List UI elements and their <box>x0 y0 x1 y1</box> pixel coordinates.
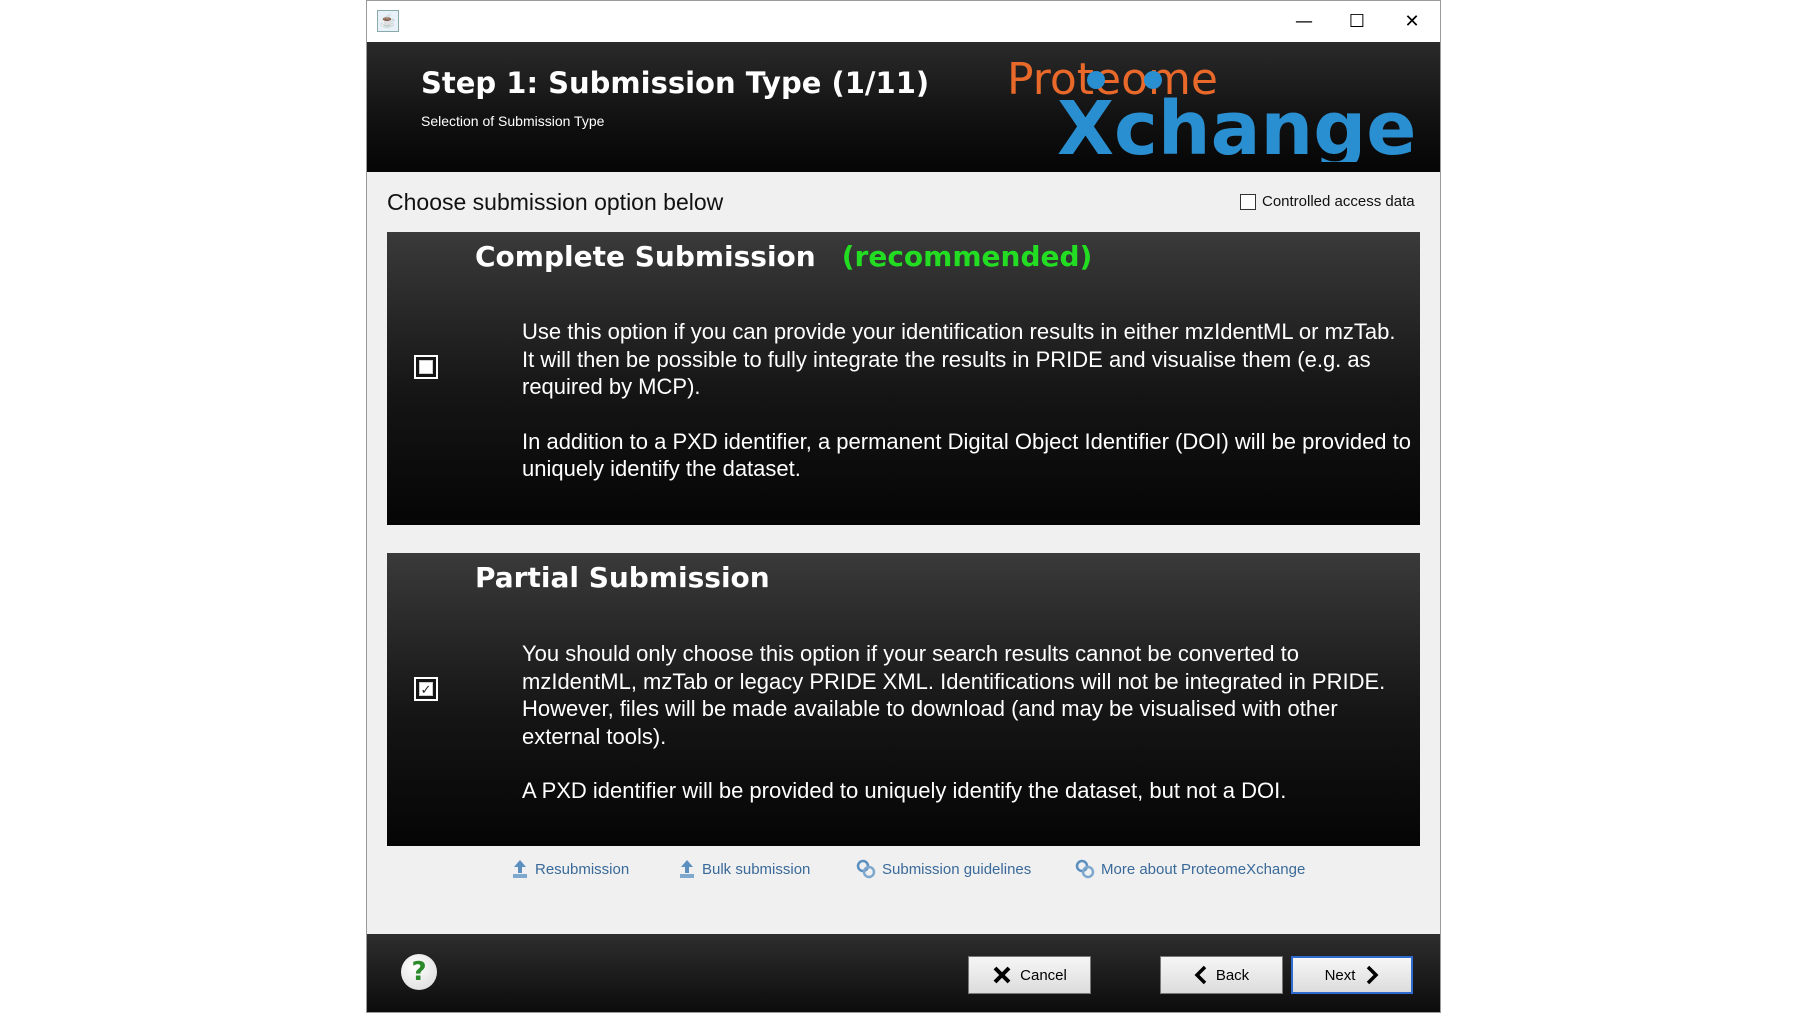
recommended-badge: (recommended) <box>841 240 1093 273</box>
java-app-icon: ☕ <box>377 10 399 32</box>
link-chain-icon <box>856 859 876 879</box>
checkbox-box[interactable] <box>1240 193 1256 210</box>
controlled-access-checkbox[interactable]: Controlled access data <box>1240 193 1415 210</box>
more-about-proteomexchange-link[interactable]: More about ProteomeXchange <box>1075 859 1305 879</box>
upload-icon <box>513 860 527 878</box>
submission-guidelines-link[interactable]: Submission guidelines <box>856 859 1031 879</box>
submission-guidelines-link-label[interactable]: Submission guidelines <box>882 861 1031 878</box>
help-icon[interactable]: ? <box>401 954 437 990</box>
step-subtitle: Selection of Submission Type <box>421 113 605 129</box>
partial-submission-checkbox[interactable]: ✓ <box>414 677 438 701</box>
help-links-row: Resubmission Bulk submission Submission … <box>367 859 1440 881</box>
step-title: Step 1: Submission Type (1/11) <box>421 66 930 100</box>
partial-submission-description: You should only choose this option if yo… <box>522 640 1412 832</box>
wizard-footer: ? Cancel Back Next <box>367 934 1440 1012</box>
description-paragraph: You should only choose this option if yo… <box>522 641 1386 749</box>
checkbox-unchecked[interactable] <box>419 360 433 374</box>
next-button[interactable]: Next <box>1291 956 1413 994</box>
description-paragraph: In addition to a PXD identifier, a perma… <box>522 428 1412 482</box>
back-button-label[interactable]: Back <box>1216 967 1249 984</box>
resubmission-link[interactable]: Resubmission <box>511 859 629 879</box>
minimize-icon[interactable]: — <box>1274 1 1334 42</box>
option-title-text: Complete Submission <box>475 240 816 273</box>
choose-option-label: Choose submission option below <box>387 189 724 215</box>
cancel-button-label[interactable]: Cancel <box>1020 967 1067 984</box>
description-paragraph: Use this option if you can provide your … <box>522 319 1396 399</box>
check-icon[interactable]: ✓ <box>419 682 433 696</box>
controlled-access-label[interactable]: Controlled access data <box>1262 193 1415 210</box>
title-bar: ☕ — ☐ ✕ <box>367 1 1440 42</box>
resubmission-link-label[interactable]: Resubmission <box>535 861 629 878</box>
complete-submission-title: Complete Submission (recommended) <box>475 240 1092 273</box>
maximize-icon[interactable]: ☐ <box>1327 1 1387 42</box>
wizard-header: Step 1: Submission Type (1/11) Selection… <box>367 42 1440 172</box>
complete-submission-checkbox[interactable] <box>414 355 438 379</box>
cancel-x-icon <box>992 965 1012 985</box>
submission-wizard-window: ☕ — ☐ ✕ Step 1: Submission Type (1/11) S… <box>366 0 1441 1013</box>
complete-submission-panel[interactable]: Complete Submission (recommended) Use thi… <box>387 232 1420 525</box>
bulk-submission-link-label[interactable]: Bulk submission <box>702 861 810 878</box>
cancel-button[interactable]: Cancel <box>968 956 1091 994</box>
partial-submission-panel[interactable]: Partial Submission ✓ You should only cho… <box>387 553 1420 846</box>
close-icon[interactable]: ✕ <box>1382 1 1442 42</box>
logo-xchange-text: Xchange <box>1057 86 1416 162</box>
complete-submission-description: Use this option if you can provide your … <box>522 318 1412 510</box>
next-button-label[interactable]: Next <box>1325 967 1356 984</box>
option-title-text: Partial Submission <box>475 561 770 594</box>
bulk-submission-link[interactable]: Bulk submission <box>678 859 810 879</box>
chevron-left-icon <box>1194 965 1208 985</box>
partial-submission-title: Partial Submission <box>475 561 770 594</box>
upload-icon <box>680 860 694 878</box>
description-paragraph: A PXD identifier will be provided to uni… <box>522 778 1287 803</box>
proteomexchange-logo: Proteome Xchange <box>1007 54 1416 162</box>
link-chain-icon <box>1075 859 1095 879</box>
chevron-right-icon <box>1365 965 1379 985</box>
back-button[interactable]: Back <box>1160 956 1283 994</box>
more-about-proteomexchange-link-label[interactable]: More about ProteomeXchange <box>1101 861 1305 878</box>
